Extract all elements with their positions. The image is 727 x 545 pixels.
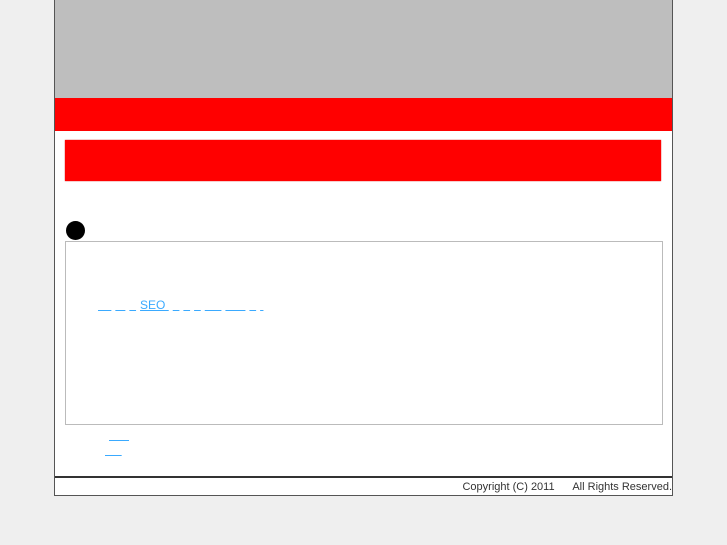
- link-row: SEO: [78, 284, 263, 326]
- link-5[interactable]: [173, 298, 180, 312]
- link-seo[interactable]: SEO: [140, 298, 169, 312]
- link-3[interactable]: [129, 298, 136, 312]
- link-11[interactable]: [260, 298, 263, 312]
- footer-copyright: Copyright (C) 2011 All Rights Reserved.: [462, 481, 672, 493]
- sub-link-2[interactable]: [105, 443, 122, 457]
- content-box: SEO: [65, 241, 663, 425]
- sub-link-1[interactable]: [109, 428, 129, 442]
- link-9[interactable]: [225, 298, 245, 312]
- title-banner: [65, 140, 661, 181]
- page-container: SEO Copyright (C) 2011 All Rights Reserv…: [54, 0, 673, 496]
- nav-bar: [55, 98, 672, 131]
- link-7[interactable]: [194, 298, 201, 312]
- footer-divider: [55, 476, 672, 478]
- link-6[interactable]: [183, 298, 190, 312]
- link-10[interactable]: [249, 298, 256, 312]
- rights-text: All Rights Reserved.: [572, 481, 672, 493]
- link-8[interactable]: [205, 298, 222, 312]
- bullet-icon: [66, 221, 85, 240]
- copyright-text: Copyright (C) 2011: [462, 481, 555, 493]
- site-header: [55, 0, 672, 98]
- link-1[interactable]: [98, 298, 111, 312]
- link-2[interactable]: [115, 298, 125, 312]
